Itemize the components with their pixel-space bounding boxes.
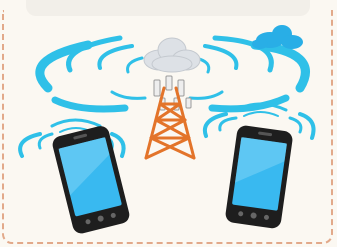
illustration-card bbox=[0, 0, 337, 247]
network-illustration bbox=[18, 25, 316, 234]
signal-arc-mid-left bbox=[66, 35, 123, 73]
cloud-icon bbox=[143, 37, 201, 73]
signal-arc-inner-right bbox=[203, 44, 239, 70]
signal-arc-small-left bbox=[126, 56, 144, 74]
signal-arc-lower-left bbox=[110, 90, 147, 100]
signal-arc-inner-left bbox=[97, 44, 134, 70]
signal-arc-bottom-left bbox=[51, 96, 129, 113]
right-smartphone-icon bbox=[225, 125, 293, 229]
signal-arc-lower-right bbox=[188, 90, 224, 100]
small-blue-cloud bbox=[252, 25, 303, 49]
